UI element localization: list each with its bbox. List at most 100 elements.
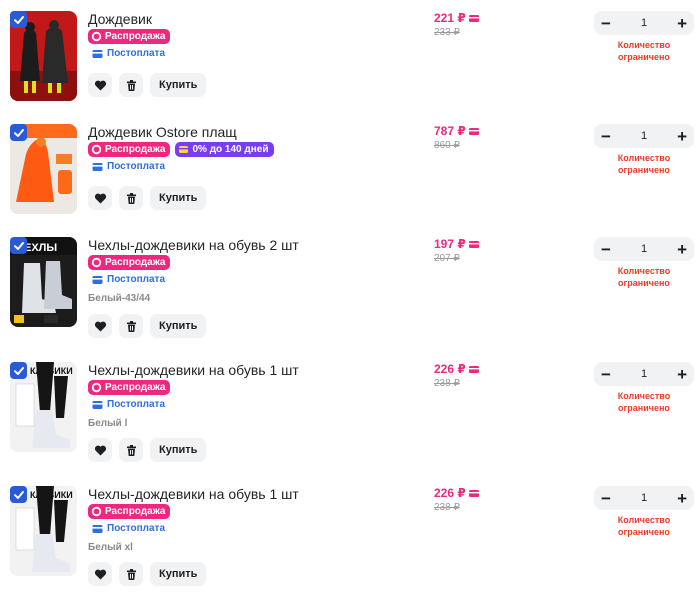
select-checkbox[interactable] [10,237,27,254]
buy-button[interactable]: Купить [150,186,207,210]
buy-button[interactable]: Купить [150,438,207,462]
postpay-label: Постоплата [107,48,166,59]
minus-icon[interactable]: − [601,366,611,383]
price-value: 226 ₽ [434,486,466,500]
select-checkbox[interactable] [10,11,27,28]
product-title[interactable]: Дождевик [88,11,152,27]
variant-label: Белый xl [88,542,133,553]
favorite-button[interactable] [88,562,112,586]
trash-icon [126,192,136,204]
sale-label: Распродажа [105,382,166,393]
limited-line1: Количество [617,40,671,50]
sale-ring-icon [91,31,102,42]
product-title[interactable]: Чехлы-дождевики на обувь 2 шт [88,237,299,253]
quantity-value: 1 [640,243,648,255]
item-actions: Купить [88,186,207,210]
quantity-stepper: − 1 + [594,237,694,261]
limited-stock-note: Количество ограничено [594,514,694,538]
limited-stock-note: Количество ограничено [594,390,694,414]
cart-item: Дождевик Ostore плащ Распродажа 0% до 14… [0,124,700,216]
price: 226 ₽ [434,362,479,376]
limited-line1: Количество [617,515,671,525]
sale-label: Распродажа [105,506,166,517]
heart-icon [94,193,106,203]
favorite-button[interactable] [88,314,112,338]
heart-icon [94,445,106,455]
checkbox-checked-icon [13,241,24,250]
price: 787 ₽ [434,124,479,138]
quantity-value: 1 [640,368,648,380]
sale-badge: Распродажа [88,142,171,157]
favorite-button[interactable] [88,73,112,97]
trash-icon [126,79,136,91]
plus-icon[interactable]: + [677,128,687,145]
quantity-value: 1 [640,492,648,504]
card-icon [468,489,479,497]
plus-icon[interactable]: + [677,366,687,383]
buy-button[interactable]: Купить [150,73,207,97]
buy-button[interactable]: Купить [150,314,207,338]
price-value: 221 ₽ [434,11,466,25]
minus-icon[interactable]: − [601,128,611,145]
badges: Распродажа [88,255,171,270]
postpay-tag: Постоплата [92,274,165,285]
postpay-label: Постоплата [107,274,166,285]
sale-label: Распродажа [105,257,166,268]
item-actions: Купить [88,562,207,586]
product-title[interactable]: Чехлы-дождевики на обувь 1 шт [88,486,299,502]
badges: Распродажа [88,504,171,519]
plus-icon[interactable]: + [677,241,687,258]
select-checkbox[interactable] [10,124,27,141]
sale-ring-icon [91,382,102,393]
limited-line1: Количество [617,266,671,276]
delete-button[interactable] [119,73,143,97]
badges: Распродажа [88,380,171,395]
plus-icon[interactable]: + [677,15,687,32]
select-checkbox[interactable] [10,362,27,379]
variant-label: Белый-43/44 [88,293,151,304]
quantity-stepper: − 1 + [594,11,694,35]
delete-button[interactable] [119,314,143,338]
delete-button[interactable] [119,186,143,210]
old-price: 238 ₽ [434,378,460,389]
checkbox-checked-icon [13,366,24,375]
old-price: 233 ₽ [434,27,460,38]
minus-icon[interactable]: − [601,15,611,32]
trash-icon [126,320,136,332]
checkbox-checked-icon [13,490,24,499]
item-actions: Купить [88,438,207,462]
buy-button[interactable]: Купить [150,562,207,586]
price-value: 787 ₽ [434,124,466,138]
quantity-value: 1 [640,130,648,142]
price-value: 226 ₽ [434,362,466,376]
old-price: 860 ₽ [434,140,460,151]
product-title[interactable]: Дождевик Ostore плащ [88,124,237,140]
limited-stock-note: Количество ограничено [594,39,694,63]
select-checkbox[interactable] [10,486,27,503]
badges: Распродажа 0% до 140 дней [88,142,274,157]
price-value: 197 ₽ [434,237,466,251]
plus-icon[interactable]: + [677,490,687,507]
postpay-tag: Постоплата [92,48,165,59]
card-icon [468,14,479,22]
limited-line2: ограничено [618,403,670,413]
limited-line2: ограничено [618,278,670,288]
sale-badge: Распродажа [88,29,171,44]
heart-icon [94,569,106,579]
installment-label: 0% до 140 дней [192,144,269,155]
minus-icon[interactable]: − [601,490,611,507]
product-title[interactable]: Чехлы-дождевики на обувь 1 шт [88,362,299,378]
trash-icon [126,568,136,580]
variant-label: Белый l [88,418,128,429]
heart-icon [94,80,106,90]
delete-button[interactable] [119,438,143,462]
sale-label: Распродажа [105,31,166,42]
minus-icon[interactable]: − [601,241,611,258]
sale-badge: Распродажа [88,380,171,395]
item-actions: Купить [88,314,207,338]
favorite-button[interactable] [88,186,112,210]
price: 221 ₽ [434,11,479,25]
limited-line1: Количество [617,391,671,401]
delete-button[interactable] [119,562,143,586]
favorite-button[interactable] [88,438,112,462]
